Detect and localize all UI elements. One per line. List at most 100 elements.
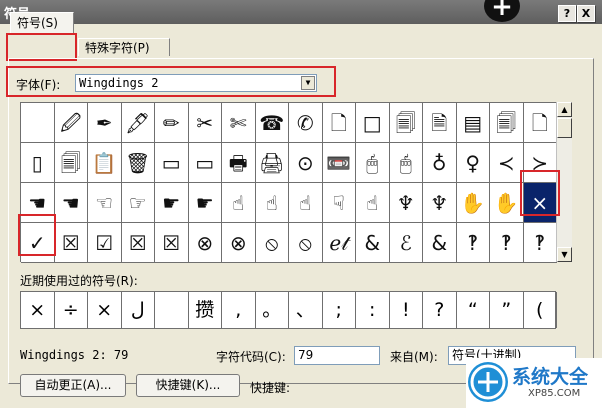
- font-select[interactable]: Wingdings 2 ▼: [75, 74, 317, 92]
- autocorrect-button[interactable]: 自动更正(A)...: [20, 374, 126, 397]
- recent-symbol-cell[interactable]: 。: [256, 292, 289, 328]
- symbol-cell[interactable]: ‽: [523, 223, 557, 263]
- close-button[interactable]: X: [577, 5, 595, 22]
- symbol-cell[interactable]: □: [356, 103, 390, 143]
- recent-symbol-cell[interactable]: !: [390, 292, 423, 328]
- recent-symbol-cell[interactable]: ×: [21, 292, 55, 328]
- symbol-cell[interactable]: ≺: [490, 143, 524, 183]
- recent-symbol-cell[interactable]: ×: [88, 292, 122, 328]
- symbol-cell[interactable]: ▯: [21, 143, 55, 183]
- symbol-cell[interactable]: 🖱: [356, 143, 390, 183]
- scroll-down-icon[interactable]: ▼: [557, 247, 572, 262]
- recent-symbol-cell[interactable]: ل: [122, 292, 155, 328]
- symbol-cell[interactable]: ☛: [188, 183, 222, 223]
- font-code-text: Wingdings 2: 79: [20, 348, 129, 362]
- symbol-cell[interactable]: ☞: [121, 183, 155, 223]
- symbol-cell[interactable]: ⦸: [255, 223, 289, 263]
- char-code-label: 字符代码(C):: [216, 350, 286, 364]
- recent-symbol-cell[interactable]: (: [524, 292, 557, 328]
- symbol-cell[interactable]: ✄: [222, 103, 256, 143]
- symbol-cell[interactable]: ☝: [356, 183, 390, 223]
- symbol-cell[interactable]: ✒: [88, 103, 122, 143]
- symbol-cell[interactable]: ☟: [322, 183, 356, 223]
- symbol-cell[interactable]: ☚: [21, 183, 55, 223]
- symbol-cell[interactable]: ℰ: [389, 223, 423, 263]
- recent-symbol-cell[interactable]: ?: [423, 292, 457, 328]
- symbol-cell[interactable]: 🖱: [389, 143, 423, 183]
- symbol-cell[interactable]: ☚: [54, 183, 88, 223]
- tab-symbols[interactable]: 符号(S): [10, 12, 74, 34]
- title-bar: 符号 + ? X: [0, 0, 602, 24]
- symbol-cell[interactable]: ✂: [188, 103, 222, 143]
- recent-symbol-cell[interactable]: ,: [222, 292, 256, 328]
- symbol-cell[interactable]: ♆: [389, 183, 423, 223]
- recent-symbol-cell[interactable]: 攒: [189, 292, 222, 328]
- symbol-cell[interactable]: 🗐: [490, 103, 524, 143]
- plus-icon[interactable]: +: [484, 0, 520, 22]
- symbol-cell[interactable]: ☎: [255, 103, 289, 143]
- help-button[interactable]: ?: [558, 5, 576, 22]
- tab-special-characters[interactable]: 特殊字符(P): [78, 38, 170, 56]
- symbol-cell[interactable]: ✏: [155, 103, 189, 143]
- recent-symbol-cell[interactable]: “: [457, 292, 490, 328]
- symbol-cell[interactable]: 🗐: [54, 143, 88, 183]
- symbol-cell[interactable]: 🗑: [121, 143, 155, 183]
- symbol-cell[interactable]: ♆: [423, 183, 457, 223]
- shortcut-key-button[interactable]: 快捷键(K)...: [136, 374, 240, 397]
- symbol-cell[interactable]: &: [356, 223, 390, 263]
- symbol-cell[interactable]: ☑: [88, 223, 122, 263]
- symbol-cell[interactable]: ×: [523, 183, 557, 223]
- symbol-cell[interactable]: ☒: [155, 223, 189, 263]
- recent-symbol-cell[interactable]: ;: [323, 292, 356, 328]
- watermark: 系统大全 XP85.COM: [466, 358, 602, 408]
- symbol-cell[interactable]: [21, 103, 55, 143]
- symbol-cell[interactable]: ☝: [222, 183, 256, 223]
- symbol-cell[interactable]: 🖋: [121, 103, 155, 143]
- symbol-cell[interactable]: 🗎: [423, 103, 457, 143]
- scroll-thumb[interactable]: [557, 118, 572, 138]
- symbol-cell[interactable]: ☜: [88, 183, 122, 223]
- symbol-cell[interactable]: &: [423, 223, 457, 263]
- symbol-cell[interactable]: ▭: [188, 143, 222, 183]
- symbol-cell[interactable]: ✋: [456, 183, 490, 223]
- symbol-cell[interactable]: ▭: [155, 143, 189, 183]
- symbol-scrollbar[interactable]: ▲ ▼: [556, 102, 572, 262]
- recent-symbol-cell[interactable]: ÷: [55, 292, 88, 328]
- symbol-cell[interactable]: 🖨: [255, 143, 289, 183]
- recent-symbol-cell[interactable]: [155, 292, 189, 328]
- symbol-cell[interactable]: ⊙: [289, 143, 323, 183]
- symbol-cell[interactable]: ‽: [490, 223, 524, 263]
- symbol-cell[interactable]: ≻: [523, 143, 557, 183]
- symbol-cell[interactable]: ☒: [121, 223, 155, 263]
- symbol-cell[interactable]: ⊗: [222, 223, 256, 263]
- symbol-cell[interactable]: ℯ𝓉: [322, 223, 356, 263]
- scroll-up-icon[interactable]: ▲: [557, 102, 572, 117]
- symbol-cell[interactable]: 🗋: [322, 103, 356, 143]
- char-code-input[interactable]: 79: [294, 346, 380, 365]
- symbol-cell[interactable]: ☝: [289, 183, 323, 223]
- from-label: 来自(M):: [390, 350, 438, 364]
- symbol-cell[interactable]: ☒: [54, 223, 88, 263]
- symbol-cell[interactable]: ‽: [456, 223, 490, 263]
- symbol-cell[interactable]: ☝: [255, 183, 289, 223]
- symbol-cell[interactable]: 🗐: [389, 103, 423, 143]
- symbol-cell[interactable]: ☛: [155, 183, 189, 223]
- symbol-cell[interactable]: 🖉: [54, 103, 88, 143]
- recent-label: 近期使用过的符号(R):: [20, 274, 138, 288]
- symbol-cell[interactable]: 📋: [88, 143, 122, 183]
- symbol-cell[interactable]: ♁: [423, 143, 457, 183]
- symbol-cell[interactable]: ✓: [21, 223, 55, 263]
- symbol-cell[interactable]: ▤: [456, 103, 490, 143]
- symbol-cell[interactable]: 📼: [322, 143, 356, 183]
- recent-symbol-cell[interactable]: :: [356, 292, 390, 328]
- symbol-cell[interactable]: 🗋: [523, 103, 557, 143]
- symbol-cell[interactable]: ♀: [456, 143, 490, 183]
- recent-symbol-cell[interactable]: 、: [289, 292, 323, 328]
- recent-symbol-cell[interactable]: ”: [490, 292, 524, 328]
- symbol-cell[interactable]: ⊗: [188, 223, 222, 263]
- chevron-down-icon[interactable]: ▼: [301, 76, 315, 90]
- symbol-cell[interactable]: ⦸: [289, 223, 323, 263]
- symbol-cell[interactable]: ✋: [490, 183, 524, 223]
- symbol-cell[interactable]: 🖶: [222, 143, 256, 183]
- symbol-cell[interactable]: ✆: [289, 103, 323, 143]
